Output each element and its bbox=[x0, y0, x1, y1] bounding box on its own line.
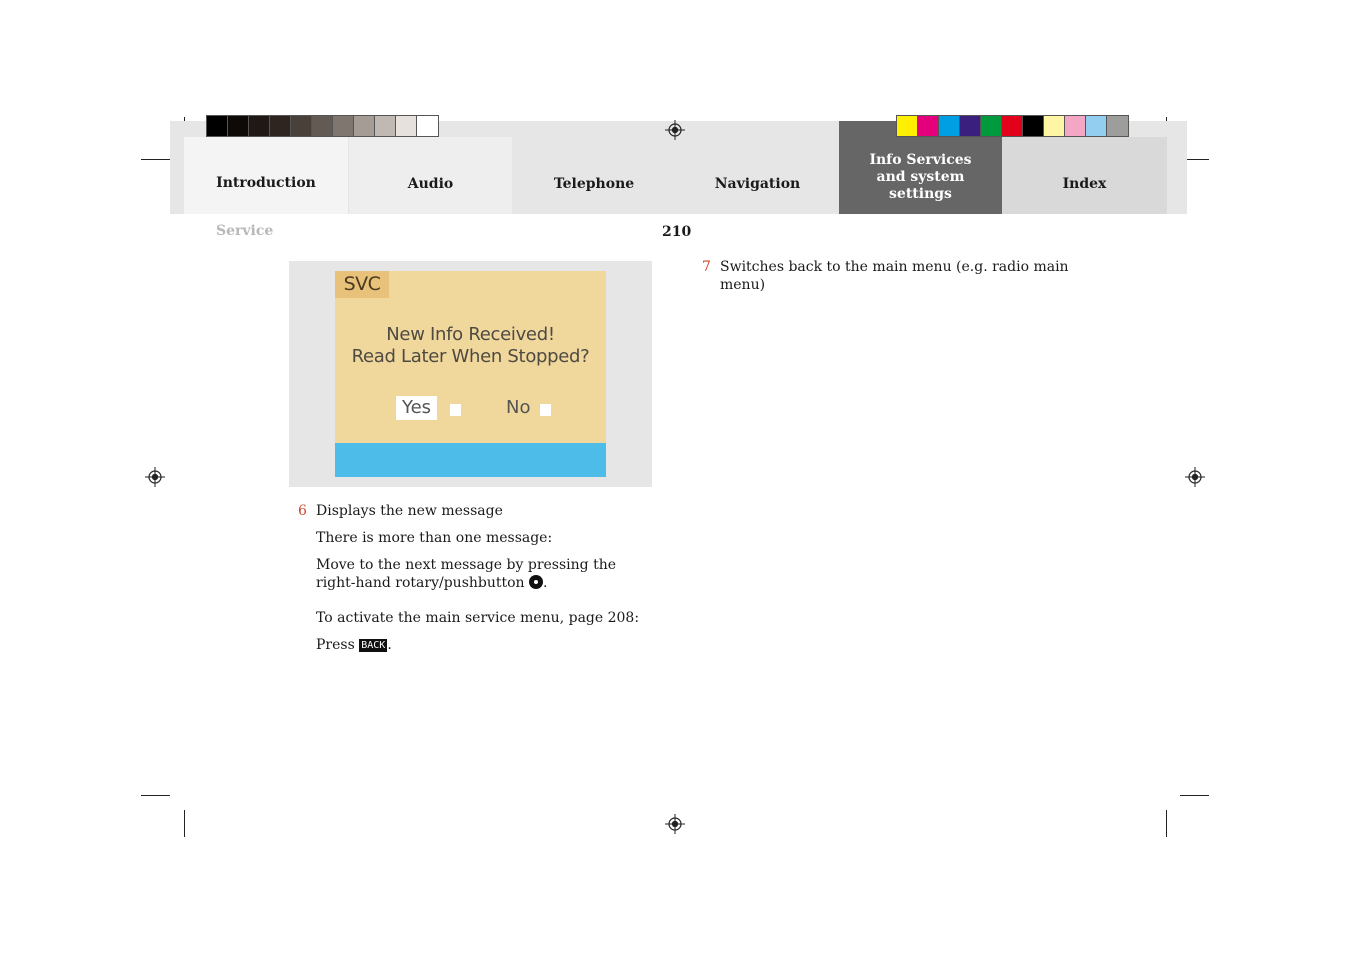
item-number: 6 bbox=[298, 503, 307, 519]
registration-mark-icon bbox=[665, 814, 685, 834]
crop-mark bbox=[141, 159, 170, 160]
screen-status-bar bbox=[335, 443, 606, 477]
screen-message-line1: New Info Received! bbox=[386, 324, 555, 345]
item-7-line: menu) bbox=[720, 277, 766, 293]
tab-navigation[interactable]: Navigation bbox=[676, 137, 839, 214]
svc-label: SVC bbox=[335, 271, 389, 298]
yes-indicator bbox=[450, 404, 461, 416]
tab-telephone[interactable]: Telephone bbox=[512, 137, 676, 214]
paragraph: Press BACK. bbox=[316, 636, 392, 654]
crop-mark bbox=[184, 810, 185, 837]
list-item-7: 7 bbox=[702, 258, 711, 276]
paragraph: There is more than one message: bbox=[316, 530, 553, 546]
grayscale-swatch bbox=[354, 116, 375, 136]
paragraph: To activate the main service menu, page … bbox=[316, 610, 640, 626]
process-swatch bbox=[1023, 116, 1044, 136]
item-number: 7 bbox=[702, 259, 711, 275]
crop-mark bbox=[141, 795, 170, 796]
process-swatch bbox=[1065, 116, 1086, 136]
grayscale-swatch bbox=[417, 116, 438, 136]
rotary-pushbutton-icon bbox=[529, 575, 544, 589]
screen-message-line2: Read Later When Stopped? bbox=[351, 346, 590, 367]
process-swatch bbox=[897, 116, 918, 136]
process-swatch bbox=[918, 116, 939, 136]
tab-audio[interactable]: Audio bbox=[349, 137, 512, 214]
no-indicator bbox=[540, 404, 551, 416]
tab-info-services-label: Info Services and system settings bbox=[869, 152, 972, 202]
grayscale-swatch bbox=[396, 116, 417, 136]
paragraph-end: . bbox=[387, 637, 392, 653]
tab-introduction[interactable]: Introduction bbox=[184, 137, 348, 214]
paragraph-line: Move to the next message by pressing the bbox=[316, 557, 617, 573]
crop-mark bbox=[1180, 795, 1209, 796]
process-swatch bbox=[981, 116, 1002, 136]
grayscale-swatch bbox=[249, 116, 270, 136]
registration-mark-icon bbox=[145, 467, 165, 487]
no-option[interactable]: No bbox=[506, 396, 530, 420]
grayscale-swatch bbox=[333, 116, 354, 136]
registration-mark-icon bbox=[1185, 467, 1205, 487]
process-swatch bbox=[1107, 116, 1128, 136]
paragraph-line: right-hand rotary/pushbutton . bbox=[316, 574, 547, 592]
paragraph-text: Press bbox=[316, 637, 355, 653]
grayscale-swatch bbox=[291, 116, 312, 136]
grayscale-color-bar bbox=[206, 115, 439, 137]
back-key-icon: BACK bbox=[359, 639, 388, 652]
grayscale-swatch bbox=[312, 116, 333, 136]
grayscale-swatch bbox=[228, 116, 249, 136]
grayscale-swatch bbox=[207, 116, 228, 136]
item-6-text: Displays the new message bbox=[316, 503, 503, 519]
process-swatch bbox=[1086, 116, 1107, 136]
grayscale-swatch bbox=[375, 116, 396, 136]
process-swatch bbox=[939, 116, 960, 136]
yes-option[interactable]: Yes bbox=[396, 396, 438, 420]
list-item-6: 6 bbox=[298, 502, 307, 520]
display-screen: SVC New Info Received! Read Later When S… bbox=[335, 271, 606, 477]
process-color-bar bbox=[896, 115, 1129, 137]
item-7-line: Switches back to the main menu (e.g. rad… bbox=[720, 259, 1069, 275]
process-swatch bbox=[1044, 116, 1065, 136]
section-title: Service bbox=[216, 223, 274, 239]
paragraph-text: right-hand rotary/pushbutton bbox=[316, 575, 525, 591]
registration-mark-icon bbox=[665, 120, 685, 140]
tab-index[interactable]: Index bbox=[1002, 137, 1167, 214]
crop-mark bbox=[1166, 810, 1167, 837]
process-swatch bbox=[960, 116, 981, 136]
grayscale-swatch bbox=[270, 116, 291, 136]
page-number: 210 bbox=[662, 224, 692, 240]
paragraph-end: . bbox=[543, 575, 548, 591]
process-swatch bbox=[1002, 116, 1023, 136]
